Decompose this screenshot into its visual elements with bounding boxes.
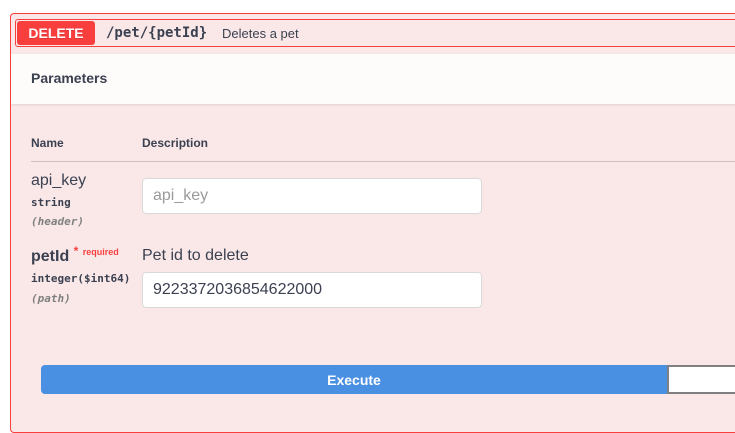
param-type-api-key: string [31,196,71,209]
param-name-api-key: api_key [31,172,87,189]
param-name-pet-id-text: petId [31,248,70,265]
param-type-pet-id: integer($int64) [31,272,131,285]
operation-summary-text: Deletes a pet [222,26,299,41]
operation-summary[interactable]: DELETE /pet/{petId} Deletes a pet [15,19,735,47]
pet-id-input[interactable] [142,272,482,308]
param-location-api-key: (header) [31,215,84,228]
execute-button[interactable]: Execute [41,365,667,394]
param-name-pet-id: petId * required [31,244,119,266]
param-location-pet-id: (path) [31,292,71,305]
operation-block-delete-pet: DELETE /pet/{petId} Deletes a pet Parame… [10,13,735,433]
operation-path: /pet/{petId} [106,25,208,41]
column-header-name: Name [31,136,64,150]
header-divider [31,161,735,162]
param-description-pet-id: Pet id to delete [142,247,249,264]
api-key-input[interactable] [142,178,482,214]
method-badge: DELETE [17,21,95,45]
column-header-description: Description [142,136,209,150]
required-star: * [73,244,79,258]
parameters-header: Parameters [11,54,735,104]
clear-button[interactable] [667,365,735,394]
required-label: required [82,247,119,257]
parameters-title: Parameters [31,70,108,86]
